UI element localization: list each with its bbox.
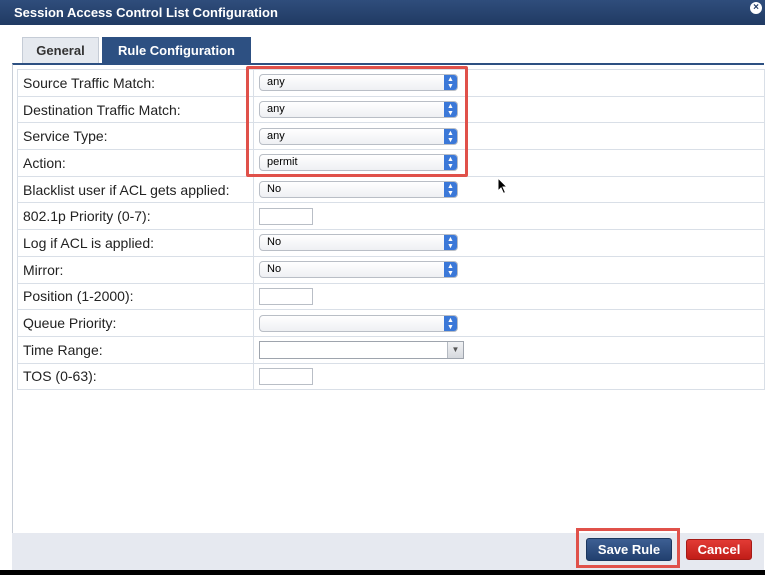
form-row: Time Range: ▼	[17, 335, 765, 364]
dropdown-value: No	[267, 263, 282, 276]
dialog-titlebar: Session Access Control List Configuratio…	[0, 0, 765, 25]
field-label: 802.1p Priority (0-7):	[17, 202, 254, 231]
field-label: Source Traffic Match:	[17, 69, 254, 97]
field-label: Service Type:	[17, 122, 254, 151]
field-control-cell: ▼	[253, 335, 765, 364]
tab-bar: General Rule Configuration	[10, 25, 764, 63]
cancel-button[interactable]: Cancel	[686, 539, 752, 560]
field-control-cell	[253, 362, 765, 391]
field-control-cell: No ▲ ▼	[253, 229, 765, 257]
field-control-cell: No ▲ ▼	[253, 255, 765, 284]
field-label: Blacklist user if ACL gets applied:	[17, 175, 254, 204]
up-down-chevron-icon: ▲ ▼	[444, 315, 457, 331]
field-label: Queue Priority:	[17, 309, 254, 337]
field-label: Mirror:	[17, 255, 254, 284]
field-control-cell	[253, 202, 765, 231]
form-row: Blacklist user if ACL gets applied: No ▲ ▼	[17, 175, 765, 204]
form-row: Queue Priority: ▲ ▼	[17, 309, 765, 337]
dialog-title: Session Access Control List Configuratio…	[14, 5, 278, 20]
screen-edge	[0, 570, 765, 575]
acl-config-dialog: Session Access Control List Configuratio…	[0, 0, 765, 570]
tab-rule-configuration[interactable]: Rule Configuration	[102, 37, 251, 63]
text-input[interactable]	[259, 207, 313, 225]
highlight-box-match-fields	[246, 66, 468, 177]
text-input[interactable]	[259, 287, 313, 305]
dropdown-value: No	[267, 236, 282, 249]
field-label: Time Range:	[17, 335, 254, 364]
up-down-chevron-icon: ▲ ▼	[444, 182, 457, 198]
field-label: TOS (0-63):	[17, 362, 254, 391]
save-rule-button[interactable]: Save Rule	[586, 538, 672, 561]
dropdown-select[interactable]: ▲ ▼	[259, 314, 458, 332]
field-label: Action:	[17, 149, 254, 177]
form-row: Mirror: No ▲ ▼	[17, 255, 765, 284]
field-label: Destination Traffic Match:	[17, 95, 254, 124]
form-row: Log if ACL is applied: No ▲ ▼	[17, 229, 765, 257]
up-down-chevron-icon: ▲ ▼	[444, 235, 457, 251]
field-control-cell: ▲ ▼	[253, 309, 765, 337]
up-down-chevron-icon: ▲ ▼	[444, 262, 457, 278]
form-row: Position (1-2000):	[17, 282, 765, 311]
form-row: 802.1p Priority (0-7):	[17, 202, 765, 231]
field-control-cell: No ▲ ▼	[253, 175, 765, 204]
mouse-pointer-icon	[497, 177, 509, 195]
dropdown-select[interactable]: No ▲ ▼	[259, 181, 458, 199]
form-row: TOS (0-63):	[17, 362, 765, 391]
field-label: Position (1-2000):	[17, 282, 254, 311]
close-icon[interactable]: ×	[750, 2, 762, 14]
dropdown-select[interactable]: No ▲ ▼	[259, 261, 458, 279]
field-control-cell	[253, 282, 765, 311]
dropdown-select[interactable]: No ▲ ▼	[259, 234, 458, 252]
text-input[interactable]	[259, 367, 313, 385]
tab-general[interactable]: General	[22, 37, 99, 63]
triangle-down-icon[interactable]: ▼	[447, 341, 463, 358]
field-label: Log if ACL is applied:	[17, 229, 254, 257]
dropdown-value: No	[267, 183, 282, 196]
combo-box[interactable]: ▼	[259, 340, 464, 359]
